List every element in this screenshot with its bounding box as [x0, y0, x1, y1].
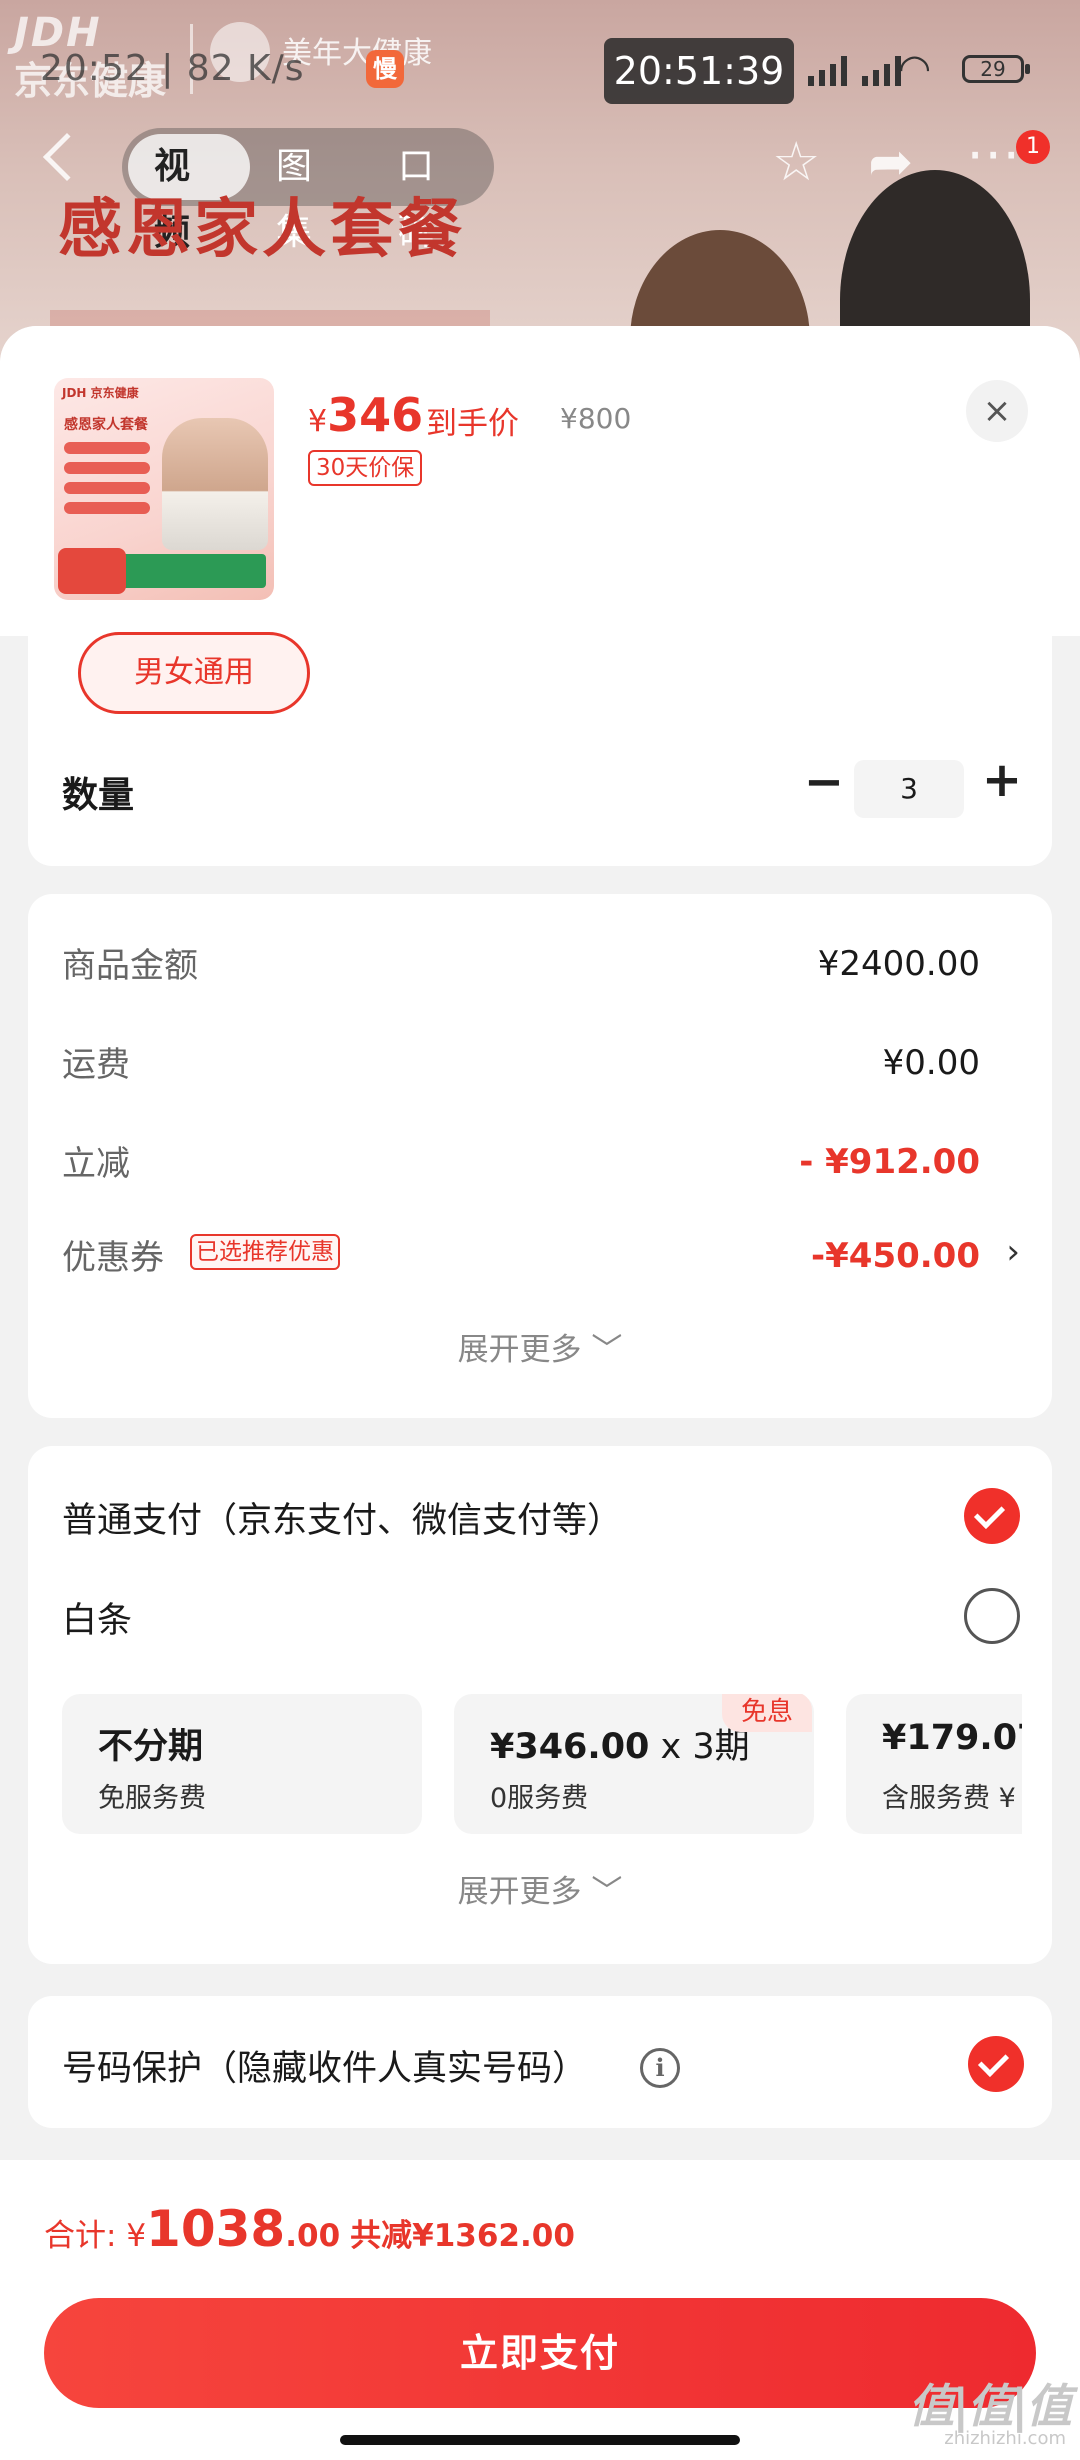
thumb-banner: [106, 554, 266, 588]
expand-more-button[interactable]: 展开更多 ﹀: [28, 1866, 1052, 1911]
subtotal-value: ¥2400.00: [817, 944, 980, 984]
subtotal-label: 商品金额: [62, 946, 198, 986]
price-guarantee-badge: 30天价保: [308, 450, 423, 486]
signal-icon: [808, 52, 901, 86]
wifi-icon: ◠: [898, 46, 932, 90]
thumb-family-image: [162, 418, 268, 550]
baitiao-label[interactable]: 白条: [62, 1592, 132, 1643]
price-summary-card: 商品金额 ¥2400.00 运费 ¥0.00 立减 - ¥912.00 优惠券 …: [28, 894, 1052, 1418]
shipping-value: ¥0.00: [882, 1043, 980, 1083]
status-bar-left: 20:52 | 82 K/s: [40, 48, 305, 89]
thumb-item: [64, 502, 150, 514]
notification-badge: 1: [1016, 130, 1050, 164]
baitiao-radio[interactable]: [964, 1588, 1020, 1644]
back-icon[interactable]: [42, 132, 92, 182]
normal-pay-label[interactable]: 普通支付（京东支付、微信支付等）: [62, 1492, 622, 1543]
order-total: 合计: ¥1038.00 共减¥1362.00: [44, 2200, 575, 2258]
interest-free-tag: 免息: [722, 1694, 812, 1732]
quantity-decrease-button[interactable]: −: [800, 754, 848, 810]
pay-now-button[interactable]: 立即支付: [44, 2298, 1036, 2408]
chevron-right-icon[interactable]: ›: [1006, 1232, 1020, 1272]
number-protection-check-icon[interactable]: [968, 2036, 1024, 2092]
plan-6-periods[interactable]: ¥179.07 含服务费 ¥: [846, 1694, 1022, 1834]
plan-subtitle: 免服务费: [98, 1783, 206, 1814]
quantity-increase-button[interactable]: +: [978, 752, 1026, 808]
shipping-label: 运费: [62, 1045, 130, 1085]
slow-badge: 慢: [366, 50, 404, 88]
plan-title: 不分期: [98, 1727, 204, 1767]
info-icon[interactable]: i: [640, 2048, 680, 2088]
number-protection-label: 号码保护（隐藏收件人真实号码）: [62, 2049, 588, 2089]
plan-title: ¥179.07: [882, 1718, 1022, 1758]
home-indicator: [340, 2435, 740, 2445]
number-protection-card: 号码保护（隐藏收件人真实号码） i: [28, 1996, 1052, 2128]
thumb-item: [64, 442, 150, 454]
watermark-logo: 值|值|值: [908, 2379, 1072, 2433]
sheet-header: JDH 京东健康 感恩家人套餐 ¥346 到手价 ¥800 30天价保 ×: [0, 326, 1080, 636]
purchase-sheet: JDH 京东健康 感恩家人套餐 ¥346 到手价 ¥800 30天价保 × 男女…: [0, 326, 1080, 2460]
battery-icon: 29: [962, 55, 1030, 83]
product-thumbnail: JDH 京东健康 感恩家人套餐: [54, 378, 274, 600]
close-icon[interactable]: ×: [966, 380, 1028, 442]
status-time: 20:51:39: [604, 38, 794, 104]
coupon-value[interactable]: -¥450.00: [811, 1236, 980, 1276]
discount-label: 立减: [62, 1144, 130, 1184]
banner-headline: 感恩家人套餐: [58, 193, 466, 267]
normal-pay-check-icon[interactable]: [964, 1488, 1020, 1544]
final-price-label: 到手价: [426, 406, 519, 442]
plan-subtitle: 含服务费 ¥: [882, 1783, 1016, 1814]
thumb-item: [64, 462, 150, 474]
plan-3-periods[interactable]: ¥346.00 x 3期 0服务费 免息: [454, 1694, 814, 1834]
thumb-title: 感恩家人套餐: [64, 417, 148, 433]
thumb-item: [64, 482, 150, 494]
more-icon[interactable]: ⋯: [966, 122, 1020, 185]
thumb-badge: [58, 548, 126, 594]
plan-no-installment[interactable]: 不分期 免服务费: [62, 1694, 422, 1834]
quantity-input[interactable]: 3: [854, 760, 964, 818]
plan-subtitle: 0服务费: [490, 1783, 589, 1814]
installment-plans: 不分期 免服务费 ¥346.00 x 3期 0服务费 免息 ¥179.07 含服…: [62, 1694, 1022, 1834]
plan-title: ¥346.00 x 3期: [490, 1727, 750, 1767]
thumb-brand: JDH 京东健康: [62, 386, 139, 400]
discount-value: - ¥912.00: [799, 1142, 980, 1182]
coupon-recommended-tag: 已选推荐优惠: [190, 1234, 340, 1270]
coupon-label: 优惠券: [62, 1238, 164, 1278]
final-price: ¥346: [308, 388, 424, 442]
option-chip-unisex[interactable]: 男女通用: [78, 632, 310, 714]
watermark-text: zhizhizhi.com: [944, 2428, 1066, 2449]
favorite-star-icon[interactable]: ☆: [772, 130, 820, 193]
expand-more-button[interactable]: 展开更多 ﹀: [28, 1324, 1052, 1369]
quantity-label: 数量: [62, 775, 135, 816]
payment-card: 普通支付（京东支付、微信支付等） 白条 不分期 免服务费 ¥346.00 x 3…: [28, 1446, 1052, 1964]
spec-card: 男女通用 数量 − 3 +: [28, 632, 1052, 866]
original-price: ¥800: [560, 402, 632, 435]
